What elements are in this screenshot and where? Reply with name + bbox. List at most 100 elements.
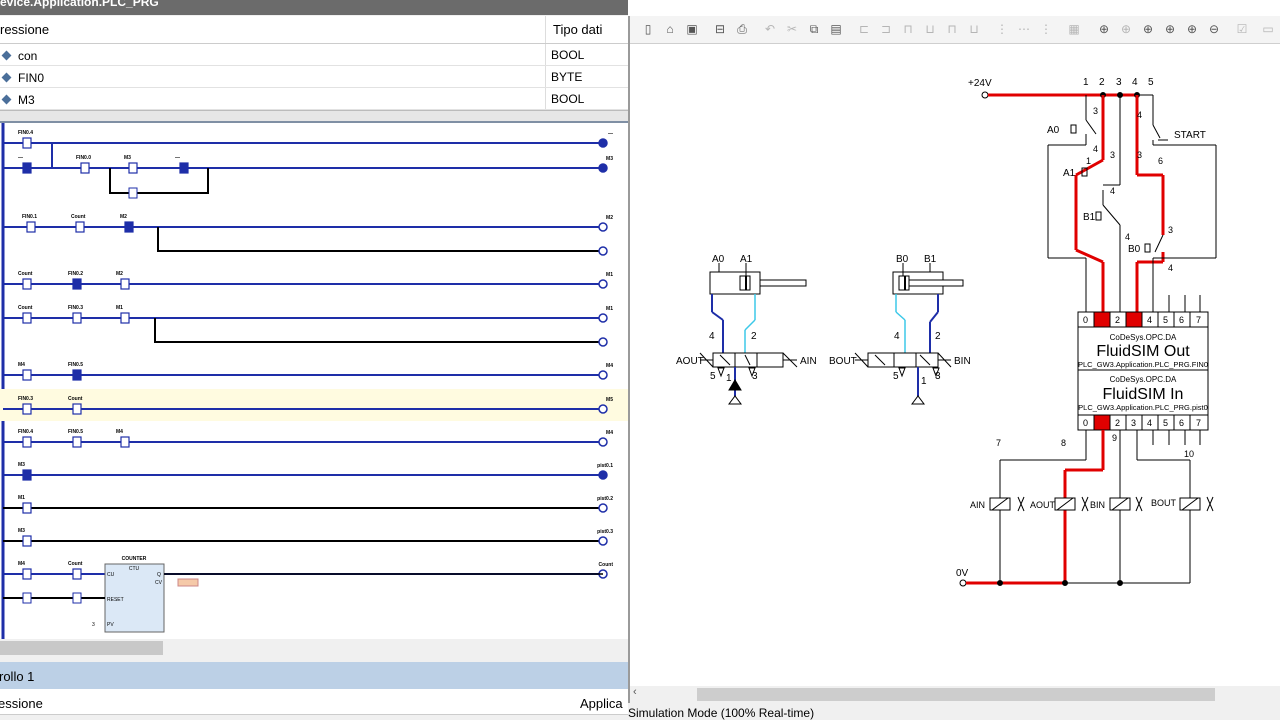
bit-label: 2 bbox=[1115, 418, 1120, 428]
sensor-label: A1 bbox=[740, 254, 753, 265]
switch-label: A1 bbox=[1063, 168, 1076, 179]
new-icon[interactable]: ▯ bbox=[640, 21, 656, 37]
open-folder-icon[interactable]: ⊟ bbox=[712, 21, 728, 37]
align-center-icon[interactable]: ⊐ bbox=[878, 21, 894, 37]
ladder-contact bbox=[22, 162, 32, 174]
grid-icon[interactable]: ▦ bbox=[1066, 21, 1082, 37]
contact-label: FIN0.3 bbox=[68, 305, 83, 311]
coil-label: M1 bbox=[606, 306, 613, 312]
bit-label: 0 bbox=[1083, 418, 1088, 428]
copy-icon[interactable]: ⧉ bbox=[806, 21, 822, 37]
contact-label: FIN0.5 bbox=[68, 429, 83, 435]
bit-label: 3 bbox=[1131, 418, 1136, 428]
valve-label: BOUT bbox=[829, 356, 857, 367]
zoom-previous-icon[interactable]: ⊕ bbox=[1162, 21, 1178, 37]
ladder-coil bbox=[598, 138, 608, 148]
open-icon[interactable]: ⌂ bbox=[662, 21, 678, 37]
variable-row[interactable]: con BOOL bbox=[0, 44, 628, 66]
zoom-out-icon[interactable]: ⊖ bbox=[1206, 21, 1222, 37]
zoom-fit-icon[interactable]: ⊕ bbox=[1096, 21, 1112, 37]
align-bottom-icon[interactable]: ⊔ bbox=[966, 21, 982, 37]
distribute-icon[interactable]: ⋮ bbox=[994, 21, 1010, 37]
fluidsim-canvas[interactable]: +24V 1 2 3 4 5 A0 3 A1 4 1 B1 3 4 B0 4 3… bbox=[630, 44, 1280, 686]
bit-label: 4 bbox=[1147, 315, 1152, 325]
ladder-contact bbox=[179, 162, 189, 174]
valve-b[interactable] bbox=[854, 352, 952, 368]
ground-label: 0V bbox=[956, 568, 969, 579]
cut-icon[interactable]: ✂ bbox=[784, 21, 800, 37]
ladder-contact bbox=[22, 369, 32, 381]
svg-text:3: 3 bbox=[1168, 225, 1173, 235]
ladder-coil bbox=[598, 313, 608, 323]
solenoid-ain[interactable] bbox=[989, 496, 1025, 512]
port-label: 1 bbox=[921, 376, 927, 387]
more-icon[interactable]: ▭ bbox=[1260, 21, 1276, 37]
watch-panel-header[interactable]: rollo 1 bbox=[0, 662, 628, 689]
valve-label: BIN bbox=[954, 356, 971, 367]
bit-label: 4 bbox=[1147, 418, 1152, 428]
print-icon[interactable]: ⎙ bbox=[734, 21, 750, 37]
contact-label: Count bbox=[71, 214, 86, 220]
solenoid-bout[interactable] bbox=[1179, 496, 1214, 512]
watch-panel-title: rollo 1 bbox=[0, 669, 35, 684]
cylinder-a[interactable] bbox=[709, 263, 807, 295]
distribute-v-icon[interactable]: ⋮ bbox=[1038, 21, 1054, 37]
ladder-coil bbox=[598, 279, 608, 289]
undo-icon[interactable]: ↶ bbox=[762, 21, 778, 37]
port-label: 2 bbox=[751, 331, 757, 342]
in-item: PLC_GW3.Application.PLC_PRG.pist0 bbox=[1078, 403, 1208, 412]
ladder-scrollbar-thumb[interactable] bbox=[0, 641, 163, 655]
zoom-icon[interactable]: ⊕ bbox=[1118, 21, 1134, 37]
ground-terminal bbox=[959, 579, 967, 587]
ladder-coil bbox=[598, 503, 608, 513]
variable-name: FIN0 bbox=[18, 71, 45, 85]
cylinder-b[interactable] bbox=[892, 263, 964, 295]
svg-text:4: 4 bbox=[1137, 110, 1142, 120]
variable-type: BYTE bbox=[551, 70, 583, 84]
solenoid-bin[interactable] bbox=[1109, 496, 1143, 512]
align-middle-icon[interactable]: ⊓ bbox=[944, 21, 960, 37]
editor-title-bar: evice.Application.PLC_PRG bbox=[0, 0, 628, 15]
variable-row[interactable]: FIN0 BYTE bbox=[0, 66, 628, 88]
contact-label: M4 bbox=[116, 429, 123, 435]
variable-row[interactable]: M3 BOOL bbox=[0, 88, 628, 110]
zoom-in-icon[interactable]: ⊕ bbox=[1184, 21, 1200, 37]
ladder-canvas[interactable]: FIN0.4 — — FIN0.0 M3 — M3 FIN0.1 Count M2 M2 Count F… bbox=[0, 123, 628, 641]
circuit-diagram[interactable]: +24V 1 2 3 4 5 A0 3 A1 4 1 B1 3 4 B0 4 3… bbox=[630, 44, 1280, 686]
variable-table-scrollbar[interactable] bbox=[0, 110, 628, 121]
ladder-contact bbox=[22, 312, 32, 324]
editor-title: evice.Application.PLC_PRG bbox=[0, 0, 159, 9]
align-right-icon[interactable]: ⊓ bbox=[900, 21, 916, 37]
zoom-window-icon[interactable]: ⊕ bbox=[1140, 21, 1156, 37]
watch-col-application[interactable]: Applica bbox=[580, 696, 623, 711]
save-icon[interactable]: ▣ bbox=[684, 21, 700, 37]
solenoid-aout[interactable] bbox=[1054, 496, 1089, 512]
distribute-h-icon[interactable]: ⋯ bbox=[1016, 21, 1032, 37]
coil-label: M5 bbox=[606, 397, 613, 403]
ladder-contact bbox=[120, 278, 130, 290]
column-expression[interactable]: ressione bbox=[0, 22, 49, 37]
solenoid-label: AOUT bbox=[1030, 500, 1056, 510]
ladder-diagram[interactable]: FIN0.4 — — FIN0.0 M3 — M3 FIN0.1 Count M2 M2 Count F… bbox=[0, 121, 628, 641]
contact-label: — bbox=[175, 155, 180, 161]
svg-text:1: 1 bbox=[1086, 156, 1091, 166]
fluidsim-toolbar: ▯ ⌂ ▣ ⊟ ⎙ ↶ ✂ ⧉ ▤ ⊏ ⊐ ⊓ ⊔ ⊓ ⊔ ⋮ ⋯ ⋮ ▦ ⊕ … bbox=[630, 16, 1280, 44]
align-top-icon[interactable]: ⊔ bbox=[922, 21, 938, 37]
ladder-coil bbox=[598, 222, 608, 232]
valve-a[interactable] bbox=[699, 352, 798, 368]
ladder-coil bbox=[598, 370, 608, 380]
ladder-contact bbox=[120, 312, 130, 324]
canvas-scrollbar-thumb[interactable] bbox=[697, 688, 1215, 701]
watch-col-expression[interactable]: essione bbox=[0, 696, 43, 711]
check-icon[interactable]: ☑ bbox=[1234, 21, 1250, 37]
column-number: 2 bbox=[1099, 77, 1105, 88]
contact-label: FIN0.2 bbox=[68, 271, 83, 277]
ladder-contact bbox=[120, 436, 130, 448]
paste-icon[interactable]: ▤ bbox=[828, 21, 844, 37]
align-left-icon[interactable]: ⊏ bbox=[856, 21, 872, 37]
ladder-contact bbox=[22, 403, 32, 415]
column-type[interactable]: Tipo dati bbox=[553, 22, 602, 37]
ladder-contact bbox=[80, 162, 90, 174]
port-label: 1 bbox=[726, 373, 732, 384]
scroll-left-icon[interactable]: ‹ bbox=[633, 686, 637, 698]
